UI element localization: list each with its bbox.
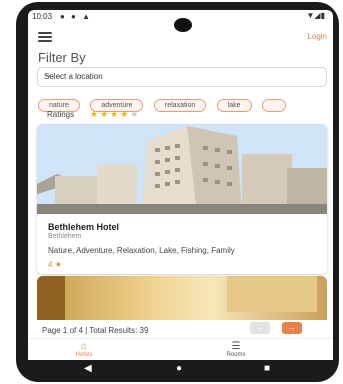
prev-page-button[interactable]: ← — [250, 322, 270, 334]
status-notification-icons: ● ● ▲ — [60, 12, 93, 21]
rating-star-icon[interactable]: ★ — [100, 109, 110, 119]
hamburger-menu-icon[interactable] — [38, 32, 52, 42]
camera-notch — [174, 18, 192, 32]
hotel-rating: 4 ★ — [48, 260, 62, 269]
status-time: 10:03 — [32, 12, 53, 21]
layers-icon: ☰ — [231, 341, 241, 352]
bottom-tab-bar: ⌂ Hotels ☰ Rooms — [28, 338, 333, 360]
hotel-photo — [37, 124, 327, 214]
nav-home-icon[interactable]: ● — [176, 363, 182, 374]
tab-rooms[interactable]: ☰ Rooms — [206, 341, 266, 358]
chip-relaxation[interactable]: relaxation — [153, 99, 207, 112]
hotel-name[interactable]: Bethlehem Hotel — [48, 222, 119, 232]
category-chips: nature adventure relaxation lake — [38, 94, 292, 112]
nav-back-icon[interactable]: ◀ — [84, 363, 92, 374]
hotel-card-2-photo[interactable] — [37, 276, 327, 320]
app-screen: 10:03 ● ● ▲ ▼◢▮ Login Filter By Select a… — [28, 10, 333, 360]
chip-more[interactable] — [262, 99, 286, 112]
login-link[interactable]: Login — [307, 32, 327, 41]
hotel-icon: ⌂ — [80, 341, 88, 352]
filter-title: Filter By — [38, 50, 86, 65]
status-signal-battery-icons: ▼◢▮ — [306, 11, 325, 20]
chip-lake[interactable]: lake — [216, 99, 252, 112]
next-page-button[interactable]: → — [282, 322, 302, 334]
system-nav-bar: ◀ ● ■ — [28, 360, 333, 378]
chevron-down-icon: ⌄ — [44, 69, 53, 80]
rating-star-icon[interactable]: ★ — [110, 109, 120, 119]
tab-hotels-label: Hotels — [75, 352, 93, 358]
pagination-text: Page 1 of 4 | Total Results: 39 — [42, 326, 149, 335]
rating-star-icon[interactable]: ★ — [130, 109, 140, 119]
ratings-label: Ratings — [47, 110, 75, 119]
tab-hotels[interactable]: ⌂ Hotels — [54, 341, 114, 358]
hotel-card[interactable]: Bethlehem Hotel Bethlehem Nature, Advent… — [37, 124, 327, 274]
tab-rooms-label: Rooms — [226, 352, 246, 358]
star-icon: ★ — [54, 260, 62, 269]
location-select[interactable]: Select a location ⌄ — [37, 67, 327, 87]
hotel-city: Bethlehem — [48, 233, 82, 240]
rating-star-icon[interactable]: ★ — [90, 109, 100, 119]
hotel-tags: Nature, Adventure, Relaxation, Lake, Fis… — [48, 246, 235, 255]
hotel-rating-value: 4 — [48, 260, 53, 269]
nav-recent-icon[interactable]: ■ — [264, 363, 270, 374]
rating-star-icon[interactable]: ★ — [120, 109, 130, 119]
rating-filter-stars[interactable]: ★★★★★ — [90, 109, 140, 120]
